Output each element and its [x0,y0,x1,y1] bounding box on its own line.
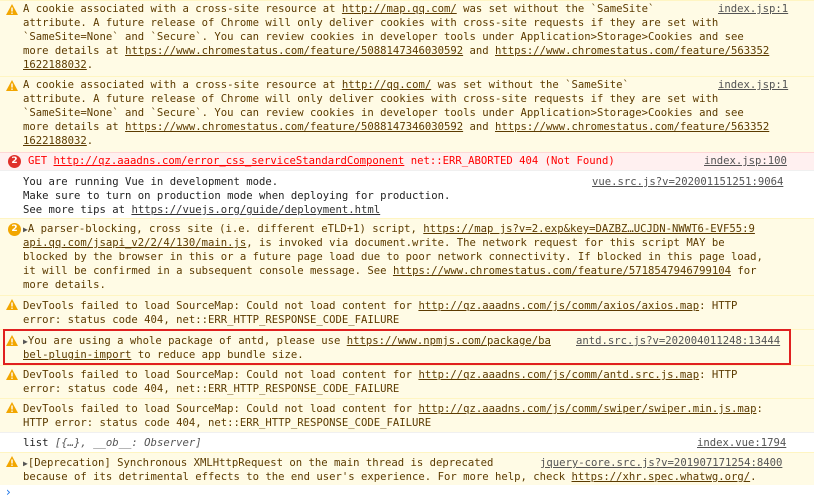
warning-icon [6,299,18,310]
source-link[interactable]: index.jsp:100 [704,154,787,168]
message-link[interactable]: 1622188032 [23,59,87,71]
message-text: `SameSite=None` and `Secure`. You can re… [23,31,744,43]
warning-count-badge: 2 [8,223,21,236]
message-link[interactable]: https://vuejs.org/guide/deployment.html [131,204,380,216]
console-warning-parser-blocking[interactable]: 2 ▶A parser-blocking, cross site (i.e. d… [0,218,814,295]
message-text: . [750,471,757,483]
source-link[interactable]: jquery-core.src.js?v=201907171254:8400 [540,456,782,470]
message-text: : [756,403,763,415]
message-text: attribute. A future release of Chrome wi… [23,93,719,105]
message-text: because of its detrimental effects to th… [23,471,572,483]
message-link[interactable]: https://map js?v=2.exp&key=DAZBZ…UCJDN-N… [423,223,755,235]
message-text: . [86,135,94,147]
message-text: : HTTP [699,300,738,312]
console-warning-cookie-qq[interactable]: A cookie associated with a cross-site re… [0,76,814,152]
console-warning-cookie-map[interactable]: A cookie associated with a cross-site re… [0,0,814,76]
source-link[interactable]: index.jsp:1 [718,78,788,92]
console-warning-sourcemap-swiper[interactable]: DevTools failed to load SourceMap: Could… [0,398,814,432]
message-text: A cookie associated with a cross-site re… [23,3,342,15]
console-prompt-icon[interactable]: › [6,485,11,499]
message-text: `SameSite=None` and `Secure`. You can re… [23,107,744,119]
message-link[interactable]: https://xhr.spec.whatwg.org/ [572,471,751,483]
message-text: DevTools failed to load SourceMap: Could… [23,403,419,415]
message-text: error: status code 404, net::ERR_HTTP_RE… [23,383,400,395]
message-link[interactable]: 1622188032 [23,135,87,147]
error-status: net::ERR_ABORTED 404 (Not Found) [404,155,615,167]
message-text: A parser-blocking, cross site (i.e. diff… [27,223,424,235]
source-link[interactable]: index.vue:1794 [697,436,786,450]
console-warning-deprecation[interactable]: ▶[Deprecation] Synchronous XMLHttpReques… [0,452,814,485]
source-link[interactable]: vue.src.js?v=202001151251:9064 [592,175,783,189]
message-text: more details. [23,279,106,291]
object-preview[interactable]: [{…}, __ob__: Observer] [55,437,202,449]
message-link[interactable]: https://www.chromestatus.com/feature/563… [495,121,769,133]
message-text: DevTools failed to load SourceMap: Could… [23,369,419,381]
message-text: Make sure to turn on production mode whe… [23,190,451,202]
message-text: error: status code 404, net::ERR_HTTP_RE… [23,314,400,326]
message-text: HTTP error: status code 404, net::ERR_HT… [23,417,432,429]
console-warning-sourcemap-antd[interactable]: DevTools failed to load SourceMap: Could… [0,365,814,398]
message-text: [Deprecation] Synchronous XMLHttpRequest… [27,457,494,469]
highlight-box [3,329,791,365]
console-warning-sourcemap-axios[interactable]: DevTools failed to load SourceMap: Could… [0,295,814,329]
message-text: for [730,265,757,277]
warning-icon [6,369,18,380]
message-link[interactable]: http://qq.com/ [342,79,431,91]
message-link[interactable]: https://www.chromestatus.com/feature/508… [125,45,463,57]
message-text: and [463,121,495,133]
error-count-badge: 2 [8,155,21,168]
message-link[interactable]: api.qq.com/jsapi_v2/2/4/130/main.js [23,237,246,249]
message-text: attribute. A future release of Chrome wi… [23,17,719,29]
warning-icon [6,4,18,15]
log-label: list [23,437,55,449]
message-text: See more tips at [23,204,132,216]
message-text: more details at [23,121,126,133]
request-method: GET [28,155,54,167]
devtools-console: A cookie associated with a cross-site re… [0,0,814,499]
message-text: it will be confirmed in a subsequent con… [23,265,393,277]
message-text: more details at [23,45,126,57]
message-link[interactable]: https://www.chromestatus.com/feature/563… [495,45,769,57]
message-text: A cookie associated with a cross-site re… [23,79,342,91]
warning-icon [6,402,18,413]
console-error-get[interactable]: 2 GET http://qz.aaadns.com/error_css_ser… [0,152,814,170]
message-text: , is invoked via document.write. The net… [246,237,725,249]
message-text: : HTTP [699,369,738,381]
warning-icon [6,80,18,91]
warning-icon [6,456,18,467]
message-link[interactable]: https://www.chromestatus.com/feature/508… [125,121,463,133]
message-text: was set without the `SameSite` [431,79,629,91]
console-info-vue[interactable]: You are running Vue in development mode.… [0,170,814,218]
message-link[interactable]: https://www.chromestatus.com/feature/571… [393,265,731,277]
message-text: and [463,45,495,57]
console-log-list[interactable]: list [{…}, __ob__: Observer] index.vue:1… [0,432,814,452]
message-link[interactable]: http://qz.aaadns.com/js/comm/antd.src.js… [418,369,699,381]
message-text: . [86,59,94,71]
request-url-link[interactable]: http://qz.aaadns.com/error_css_serviceSt… [54,155,405,167]
message-link[interactable]: http://qz.aaadns.com/js/comm/axios/axios… [418,300,699,312]
message-link[interactable]: http://qz.aaadns.com/js/comm/swiper/swip… [418,403,756,415]
message-text: You are running Vue in development mode. [23,176,279,188]
message-text: DevTools failed to load SourceMap: Could… [23,300,419,312]
message-text: was set without the `SameSite` [456,3,655,15]
message-link[interactable]: http://map.qq.com/ [342,3,457,15]
message-text: blocked by the browser in this or a futu… [23,251,763,263]
source-link[interactable]: index.jsp:1 [718,2,788,16]
